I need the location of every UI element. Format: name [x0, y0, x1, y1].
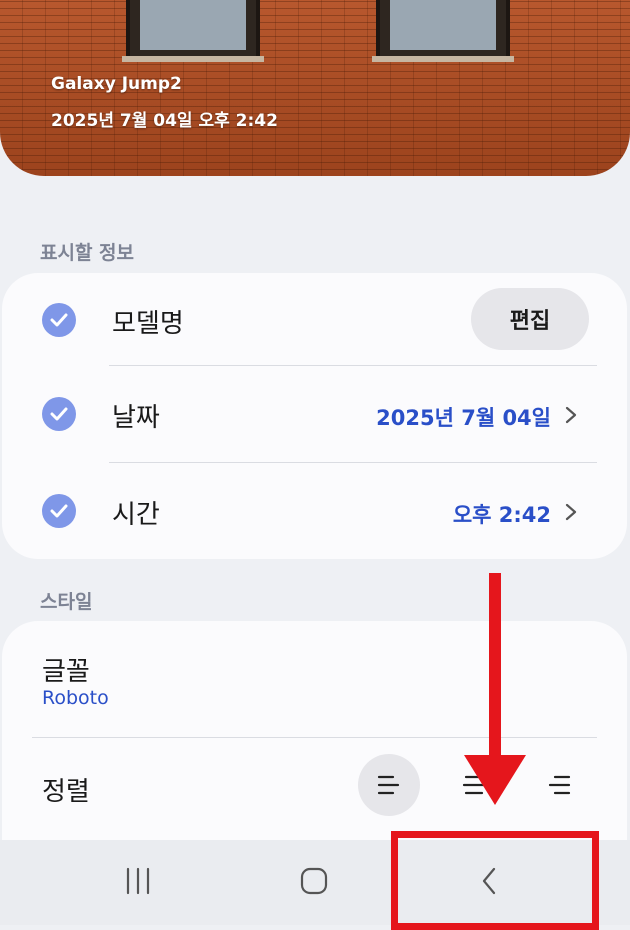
recent-apps-button[interactable]	[108, 860, 168, 902]
row-label: 시간	[112, 500, 160, 530]
align-right-icon	[548, 775, 571, 795]
row-label: 날짜	[112, 403, 160, 433]
recent-apps-icon	[126, 867, 150, 895]
font-label: 글꼴	[42, 657, 90, 687]
home-icon	[300, 867, 328, 895]
preview-datetime: 2025년 7월 04일 오후 2:42	[51, 111, 278, 131]
chevron-right-icon	[565, 503, 577, 521]
align-right-button[interactable]	[528, 754, 590, 816]
row-date[interactable]: 날짜 2025년 7월 04일	[2, 366, 627, 464]
checkbox-checked-icon[interactable]	[42, 303, 76, 337]
font-row[interactable]: 글꼴 Roboto	[2, 621, 627, 737]
annotation-arrow-shaft	[489, 573, 501, 773]
divider	[32, 737, 597, 738]
building-window	[372, 0, 514, 62]
home-button[interactable]	[284, 860, 344, 902]
checkbox-checked-icon[interactable]	[42, 397, 76, 431]
annotation-highlight-box	[391, 831, 599, 930]
building-window	[122, 0, 264, 62]
align-label: 정렬	[42, 777, 90, 807]
preview-device-name: Galaxy Jump2	[51, 74, 182, 94]
section-label-style: 스타일	[40, 591, 93, 613]
background-photo: Galaxy Jump2 2025년 7월 04일 오후 2:42	[0, 0, 630, 176]
row-label: 모델명	[112, 309, 184, 339]
font-value: Roboto	[42, 687, 109, 709]
row-model-name[interactable]: 모델명 편집	[2, 273, 627, 371]
align-left-icon	[377, 775, 400, 795]
edit-button[interactable]: 편집	[471, 288, 589, 350]
align-left-button[interactable]	[358, 754, 420, 816]
display-info-card: 모델명 편집 날짜 2025년 7월 04일 시간 오후 2:42	[2, 273, 627, 559]
row-time[interactable]: 시간 오후 2:42	[2, 463, 627, 561]
time-value: 오후 2:42	[452, 503, 551, 527]
annotation-arrow-head	[464, 755, 526, 805]
checkbox-checked-icon[interactable]	[42, 494, 76, 528]
section-label-display-info: 표시할 정보	[40, 242, 135, 264]
date-value: 2025년 7월 04일	[376, 406, 551, 430]
chevron-right-icon	[565, 406, 577, 424]
